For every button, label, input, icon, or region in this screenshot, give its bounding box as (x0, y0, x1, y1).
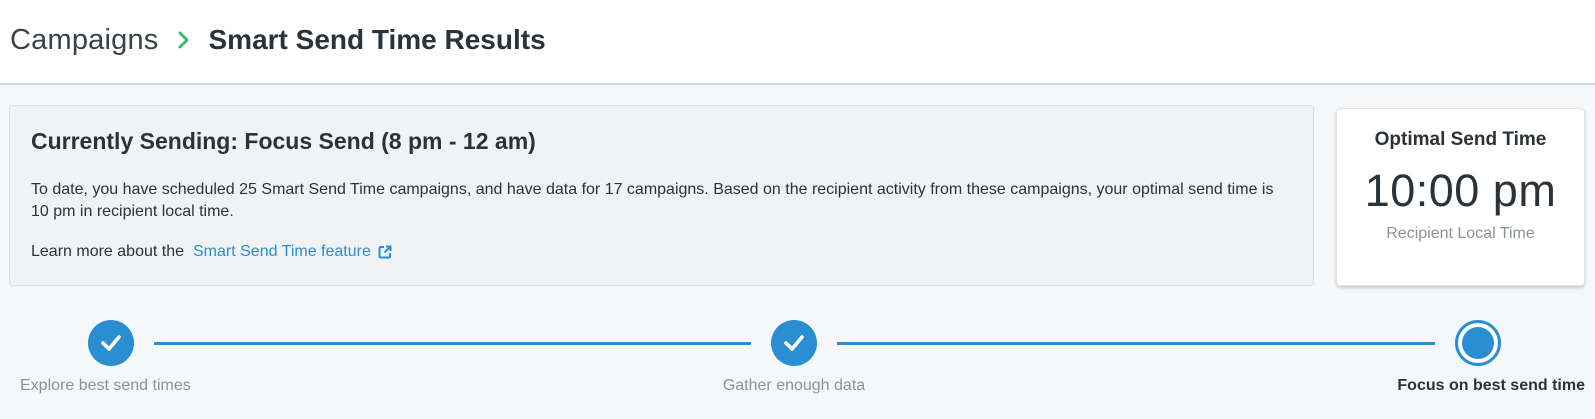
current-sending-title: Currently Sending: Focus Send (8 pm - 12… (31, 128, 536, 154)
step-2-complete (771, 320, 817, 366)
step-1-complete (88, 320, 134, 366)
current-step-dot (1462, 327, 1494, 359)
breadcrumb-campaigns-link[interactable]: Campaigns (10, 24, 159, 57)
step-connector (837, 342, 1435, 345)
learn-more-prefix: Learn more about the (31, 243, 184, 260)
optimal-send-time-value: 10:00 pm (1364, 165, 1557, 216)
breadcrumb: Campaigns Smart Send Time Results (10, 20, 546, 60)
step-1-label: Explore best send times (20, 377, 191, 394)
page-title: Smart Send Time Results (208, 24, 546, 55)
check-icon (101, 335, 121, 351)
progress-stepper: Explore best send times Gather enough da… (0, 300, 1595, 419)
step-connector (154, 342, 751, 345)
smart-send-time-feature-link-text[interactable]: Smart Send Time feature (193, 243, 371, 261)
external-link-icon[interactable] (378, 245, 392, 259)
recipient-local-time-label: Recipient Local Time (1386, 225, 1535, 242)
current-sending-description: To date, you have scheduled 25 Smart Sen… (31, 181, 1274, 220)
optimal-send-time-label: Optimal Send Time (1374, 129, 1547, 150)
current-sending-card: Currently Sending: Focus Send (8 pm - 12… (9, 105, 1314, 286)
page-header: Campaigns Smart Send Time Results (0, 0, 1595, 85)
check-icon (784, 335, 804, 351)
learn-more-row: Learn more about the Smart Send Time fea… (31, 243, 392, 261)
step-3-current (1455, 320, 1501, 366)
optimal-send-time-card: Optimal Send Time 10:00 pm Recipient Loc… (1336, 108, 1585, 286)
smart-send-time-feature-link[interactable]: Smart Send Time feature (193, 243, 392, 261)
step-3-label: Focus on best send time (1397, 377, 1585, 394)
chevron-right-icon (171, 27, 197, 53)
step-2-label: Gather enough data (722, 377, 866, 394)
